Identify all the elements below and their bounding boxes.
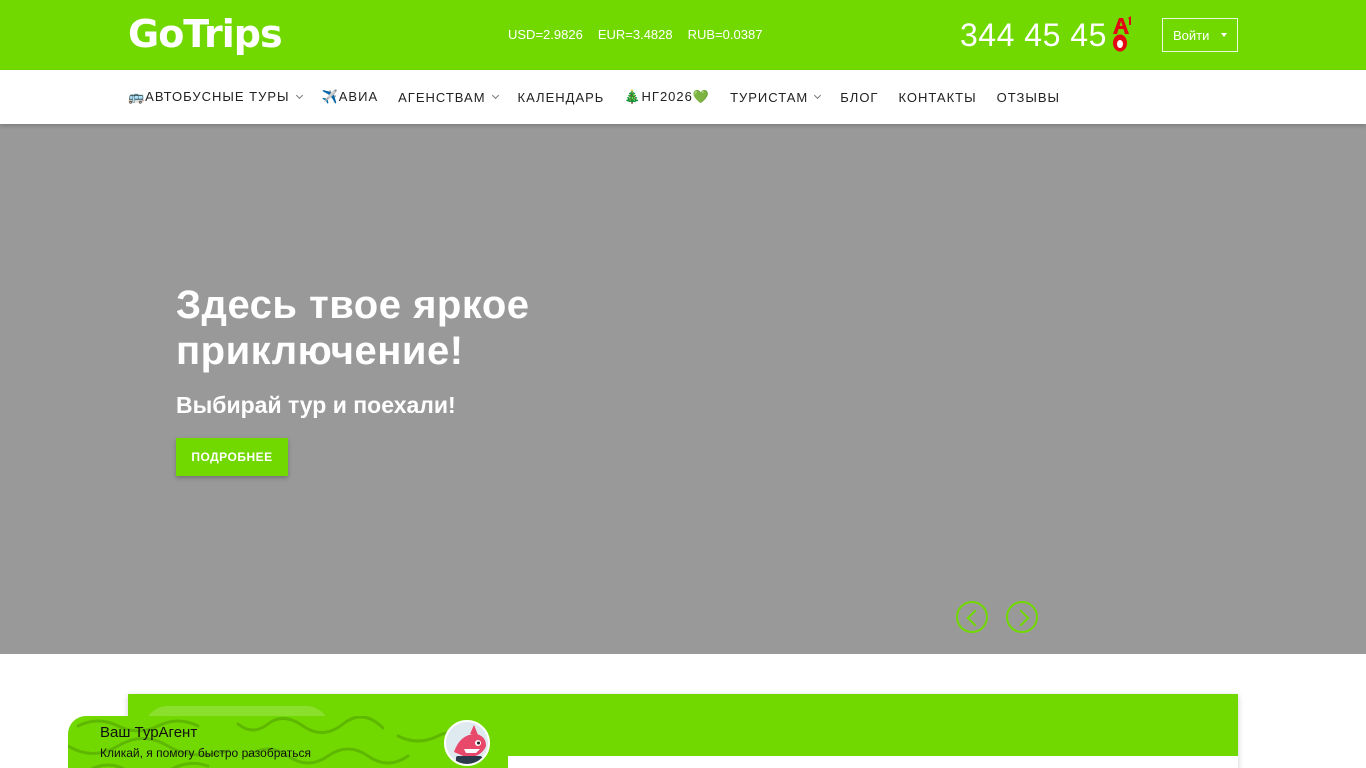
site-logo[interactable]: GoTrips [128,12,283,56]
nav-item-tourists[interactable]: ТУРИСТАМ [730,89,822,105]
nav-menu: 🚌АВТОБУСНЫЕ ТУРЫ ✈️АВИА АГЕНСТВАМ КАЛЕНД… [128,70,1080,124]
chevron-down-icon [491,91,499,100]
currency-rates: USD=2.9826 EUR=3.4828 RUB=0.0387 [508,27,762,42]
chat-subtitle: Кликай, я помогу быстро разобраться [100,746,312,760]
nav-item-bus-tours[interactable]: 🚌АВТОБУСНЫЕ ТУРЫ [128,89,303,105]
slider-next-arrow-icon[interactable] [1006,601,1038,633]
caret-down-icon [1221,33,1227,37]
nav-item-label: ✈️АВИА [321,89,379,104]
nav-item-label: ОТЗЫВЫ [996,89,1061,105]
rate-usd: USD=2.9826 [508,27,583,42]
chevron-down-icon [814,91,822,100]
nav-item-label: КОНТАКТЫ [898,89,977,105]
nav-item-label: 🚌АВТОБУСНЫЕ ТУРЫ [128,89,290,104]
phone-number[interactable]: 344 45 45 [960,16,1107,54]
nav-item-label: БЛОГ [840,89,879,105]
rate-rub: RUB=0.0387 [687,27,763,42]
nav-item-label: АГЕНСТВАМ [398,89,486,105]
hero-title: Здесь твое яркое приключение! [176,283,530,373]
main-navigation: 🚌АВТОБУСНЫЕ ТУРЫ ✈️АВИА АГЕНСТВАМ КАЛЕНД… [0,70,1366,124]
more-button[interactable]: ПОДРОБНЕЕ [176,438,288,476]
login-label: Войти [1173,27,1210,43]
nav-item-label: КАЛЕНДАРЬ [517,89,605,105]
top-header: GoTrips USD=2.9826 EUR=3.4828 RUB=0.0387… [0,0,1366,70]
nav-item-agencies[interactable]: АГЕНСТВАМ [398,89,499,105]
hero-slider: Здесь твое яркое приключение! Выбирай ту… [0,124,1366,654]
nav-item-label: 🎄НГ2026💚 [624,89,711,104]
nav-item-reviews[interactable]: ОТЗЫВЫ [997,90,1060,105]
slider-prev-arrow-icon[interactable] [956,601,988,633]
nav-item-new-year[interactable]: 🎄НГ2026💚 [624,89,710,105]
agent-avatar[interactable] [444,720,490,766]
login-button[interactable]: Войти [1162,18,1238,52]
nav-item-blog[interactable]: БЛОГ [840,90,878,105]
nav-item-avia[interactable]: ✈️АВИА [322,89,379,105]
nav-item-calendar[interactable]: КАЛЕНДАРЬ [518,90,605,105]
chat-widget[interactable]: Ваш ТурАгент Кликай, я помогу быстро раз… [68,716,508,768]
chevron-down-icon [295,91,303,100]
a1-operator-icon [1113,16,1131,52]
chat-title: Ваш ТурАгент [100,724,198,741]
rate-eur: EUR=3.4828 [597,27,673,42]
nav-item-label: ТУРИСТАМ [730,89,809,105]
nav-item-contacts[interactable]: КОНТАКТЫ [898,90,976,105]
hero-subtitle: Выбирай тур и поехали! [176,392,456,418]
